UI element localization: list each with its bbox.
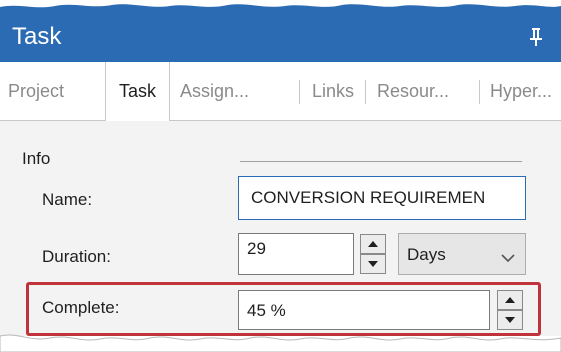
name-field-value: CONVERSION REQUIREMEN <box>251 188 486 207</box>
tab-task[interactable]: Task <box>105 62 170 121</box>
spin-up-arrow-icon[interactable] <box>360 234 386 254</box>
tab-project[interactable]: Project <box>8 62 64 120</box>
name-label: Name: <box>42 190 93 209</box>
chevron-down-icon <box>501 248 515 268</box>
tab-separator <box>365 80 366 104</box>
duration-stepper[interactable] <box>360 234 386 274</box>
tab-separator <box>299 80 300 104</box>
spin-down-arrow-icon[interactable] <box>360 254 386 274</box>
duration-unit-value: Days <box>407 245 446 264</box>
window-title: Task <box>12 23 62 50</box>
duration-unit-select[interactable]: Days <box>398 233 526 275</box>
duration-label: Duration: <box>42 247 111 266</box>
name-field[interactable]: CONVERSION REQUIREMEN <box>238 176 526 220</box>
tab-separator <box>479 80 480 104</box>
window-titlebar: Task <box>0 14 561 62</box>
tab-hyperlinks[interactable]: Hyper... <box>490 62 552 120</box>
section-title-info: Info <box>22 149 51 168</box>
pin-icon[interactable] <box>526 24 546 50</box>
duration-field[interactable]: 29 <box>238 233 354 275</box>
torn-edge-bottom <box>0 334 561 352</box>
section-divider <box>240 161 522 162</box>
highlight-box <box>26 282 541 336</box>
tab-strip: Project Task Assign... Links Resour... H… <box>0 62 561 121</box>
tab-assignments[interactable]: Assign... <box>180 62 249 120</box>
duration-field-value: 29 <box>247 239 266 258</box>
tab-links[interactable]: Links <box>312 62 354 120</box>
tab-resources[interactable]: Resour... <box>377 62 449 120</box>
